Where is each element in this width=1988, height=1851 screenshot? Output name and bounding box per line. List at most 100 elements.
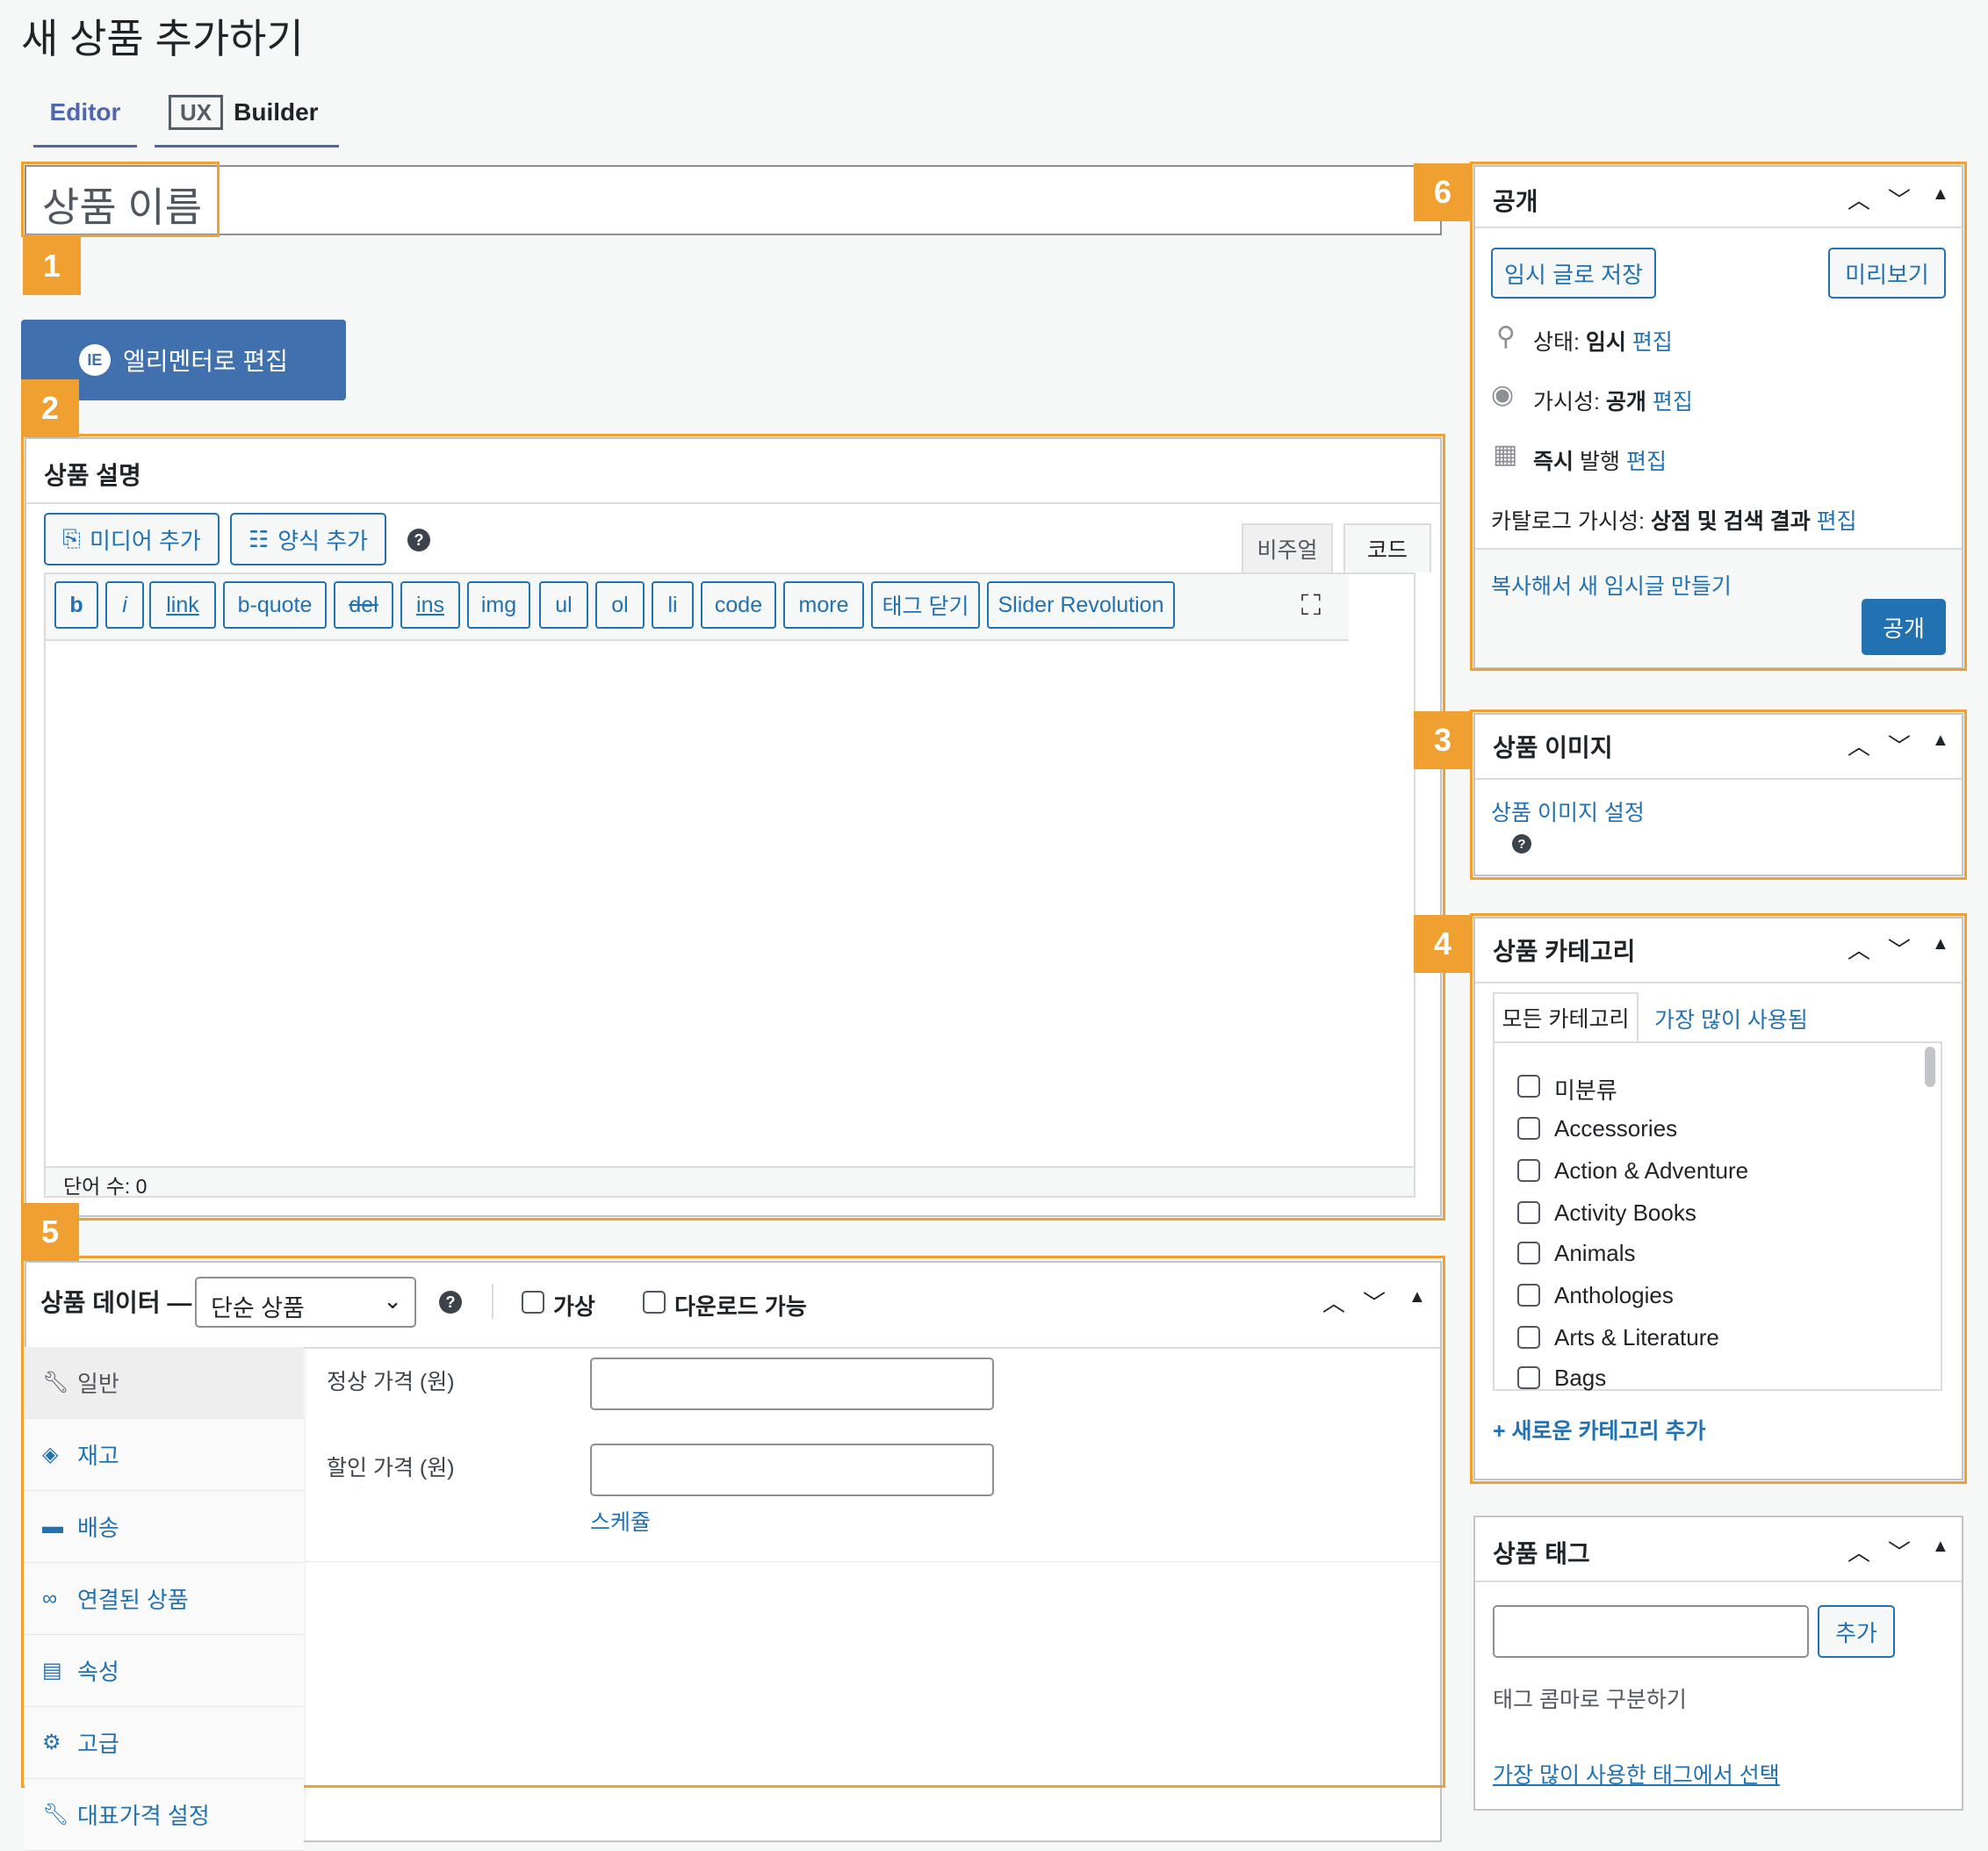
qt-slider-revolution-label: Slider Revolution (998, 592, 1164, 617)
qt-slider-revolution-button[interactable]: Slider Revolution (987, 581, 1175, 629)
category-checkbox[interactable] (1517, 1117, 1540, 1140)
virtual-label: 가상 (553, 1293, 595, 1320)
product-title-placeholder: 상품 이름 (42, 184, 203, 230)
collapse-toggle-icon[interactable]: ▲ (1408, 1287, 1426, 1307)
tags-collapse-icon[interactable]: ▲ (1932, 1537, 1949, 1557)
catalog-edit-link[interactable]: 편집 (1817, 509, 1857, 534)
category-checkbox[interactable] (1517, 1159, 1540, 1182)
tab-most-used-categories[interactable]: 가장 많이 사용됨 (1654, 1003, 1808, 1034)
add-new-category-link[interactable]: + 새로운 카테고리 추가 (1493, 1414, 1705, 1445)
qt-bquote-button[interactable]: b-quote (223, 581, 327, 629)
tab-all-categories[interactable]: 모든 카테고리 (1493, 992, 1639, 1041)
editor-area[interactable]: 단어 수: 0 (44, 573, 1415, 1198)
move-up-icon[interactable]: ︿ (1322, 1286, 1345, 1318)
preview-button[interactable]: 미리보기 (1828, 248, 1946, 299)
list-icon: ▤ (42, 1659, 62, 1682)
publish-time-edit-link[interactable]: 편집 (1626, 450, 1667, 474)
pd-tab-linked-products[interactable]: ∞ 연결된 상품 (25, 1563, 304, 1635)
downloadable-checkbox[interactable] (643, 1291, 666, 1314)
publish-move-up-icon[interactable]: ︿ (1848, 183, 1870, 215)
add-form-button[interactable]: ☷ 양식 추가 (230, 513, 386, 565)
tag-input[interactable] (1493, 1605, 1809, 1658)
sale-price-input[interactable] (590, 1444, 994, 1496)
qt-bold-button[interactable]: b (54, 581, 98, 629)
category-checkbox[interactable] (1517, 1284, 1540, 1307)
badge-3: 3 (1414, 711, 1472, 769)
pd-tab-general[interactable]: 🔧︎ 일반 (25, 1347, 304, 1419)
word-count: 단어 수: 0 (63, 1175, 148, 1198)
regular-price-input[interactable] (590, 1358, 994, 1410)
move-down-icon[interactable]: ﹀ (1363, 1286, 1386, 1318)
preview-label: 미리보기 (1845, 261, 1929, 288)
visibility-row: 가시성: 공개 편집 (1533, 385, 1693, 416)
product-title-input[interactable]: 상품 이름 (25, 165, 1442, 235)
status-edit-link[interactable]: 편집 (1632, 330, 1673, 355)
wrench-icon: 🔧︎ (42, 1371, 69, 1394)
status-row: 상태: 임시 편집 (1533, 325, 1673, 357)
pd-tab-inventory-label: 재고 (77, 1443, 119, 1469)
qt-code-button[interactable]: code (701, 581, 776, 629)
category-label: Action & Adventure (1554, 1157, 1749, 1184)
image-move-down-icon[interactable]: ﹀ (1888, 729, 1911, 761)
schedule-link[interactable]: 스케쥴 (590, 1505, 651, 1537)
qt-link-button[interactable]: link (149, 581, 216, 629)
virtual-checkbox[interactable] (522, 1291, 544, 1314)
calendar-icon: ▦ (1493, 440, 1518, 469)
category-checkbox[interactable] (1517, 1366, 1540, 1389)
publish-title: 공개 (1493, 188, 1538, 215)
visibility-value: 공개 (1605, 390, 1646, 414)
tab-code[interactable]: 코드 (1343, 523, 1431, 573)
tab-ux-builder[interactable]: UX Builder (155, 95, 339, 148)
categories-move-up-icon[interactable]: ︿ (1848, 933, 1870, 965)
category-checkbox[interactable] (1517, 1326, 1540, 1349)
categories-collapse-icon[interactable]: ▲ (1932, 934, 1949, 954)
popular-tags-link[interactable]: 가장 많이 사용한 태그에서 선택 (1493, 1758, 1780, 1790)
qt-ins-button[interactable]: ins (400, 581, 460, 629)
product-type-select[interactable]: 단순 상품 ⌄ (195, 1277, 416, 1328)
description-title: 상품 설명 (44, 462, 141, 489)
pd-tab-representative-price[interactable]: 🔧︎ 대표가격 설정 (25, 1779, 304, 1851)
copy-to-draft-link[interactable]: 복사해서 새 임시글 만들기 (1491, 569, 1732, 601)
pd-tab-inventory[interactable]: ◈ 재고 (25, 1419, 304, 1491)
qt-li-button[interactable]: li (652, 581, 694, 629)
tags-move-down-icon[interactable]: ﹀ (1888, 1535, 1911, 1567)
publish-move-down-icon[interactable]: ﹀ (1888, 183, 1911, 215)
elementor-icon: IE (78, 344, 111, 376)
pd-tab-general-label: 일반 (77, 1371, 119, 1397)
qt-close-tags-button[interactable]: 태그 닫기 (871, 581, 980, 629)
category-checkbox[interactable] (1517, 1201, 1540, 1224)
image-move-up-icon[interactable]: ︿ (1848, 729, 1870, 761)
add-media-button[interactable]: ⎘ 미디어 추가 (44, 513, 220, 565)
image-collapse-icon[interactable]: ▲ (1932, 731, 1949, 751)
visibility-edit-link[interactable]: 편집 (1653, 390, 1693, 414)
set-product-image-link[interactable]: 상품 이미지 설정 (1491, 796, 1645, 827)
qt-ins-label: ins (416, 592, 444, 617)
save-draft-button[interactable]: 임시 글로 저장 (1491, 248, 1656, 299)
publish-collapse-icon[interactable]: ▲ (1932, 184, 1949, 205)
qt-del-button[interactable]: del (334, 581, 393, 629)
categories-move-down-icon[interactable]: ﹀ (1888, 933, 1911, 965)
badge-2: 2 (21, 379, 79, 437)
tab-editor[interactable]: Editor (33, 95, 137, 148)
pd-tab-attributes[interactable]: ▤ 속성 (25, 1635, 304, 1707)
publish-button[interactable]: 공개 (1862, 599, 1946, 655)
qt-img-button[interactable]: img (467, 581, 530, 629)
scrollbar-thumb[interactable] (1925, 1047, 1935, 1087)
help-icon[interactable]: ? (407, 529, 430, 551)
category-checkbox[interactable] (1517, 1242, 1540, 1264)
help-icon[interactable]: ? (1512, 834, 1531, 853)
qt-more-button[interactable]: more (783, 581, 864, 629)
badge-1: 1 (23, 237, 81, 295)
category-checkbox[interactable] (1517, 1075, 1540, 1098)
tags-move-up-icon[interactable]: ︿ (1848, 1535, 1870, 1567)
qt-more-label: more (798, 592, 849, 617)
add-tag-button[interactable]: 추가 (1818, 1605, 1895, 1658)
pd-tab-advanced[interactable]: ⚙ 고급 (25, 1707, 304, 1779)
qt-ol-button[interactable]: ol (595, 581, 645, 629)
fullscreen-icon[interactable]: ⛶ (1296, 590, 1326, 620)
tab-visual[interactable]: 비주얼 (1242, 523, 1333, 573)
pd-tab-shipping[interactable]: ▬ 배송 (25, 1491, 304, 1563)
qt-italic-button[interactable]: i (105, 581, 144, 629)
qt-ul-button[interactable]: ul (539, 581, 588, 629)
help-icon[interactable]: ? (439, 1291, 462, 1314)
